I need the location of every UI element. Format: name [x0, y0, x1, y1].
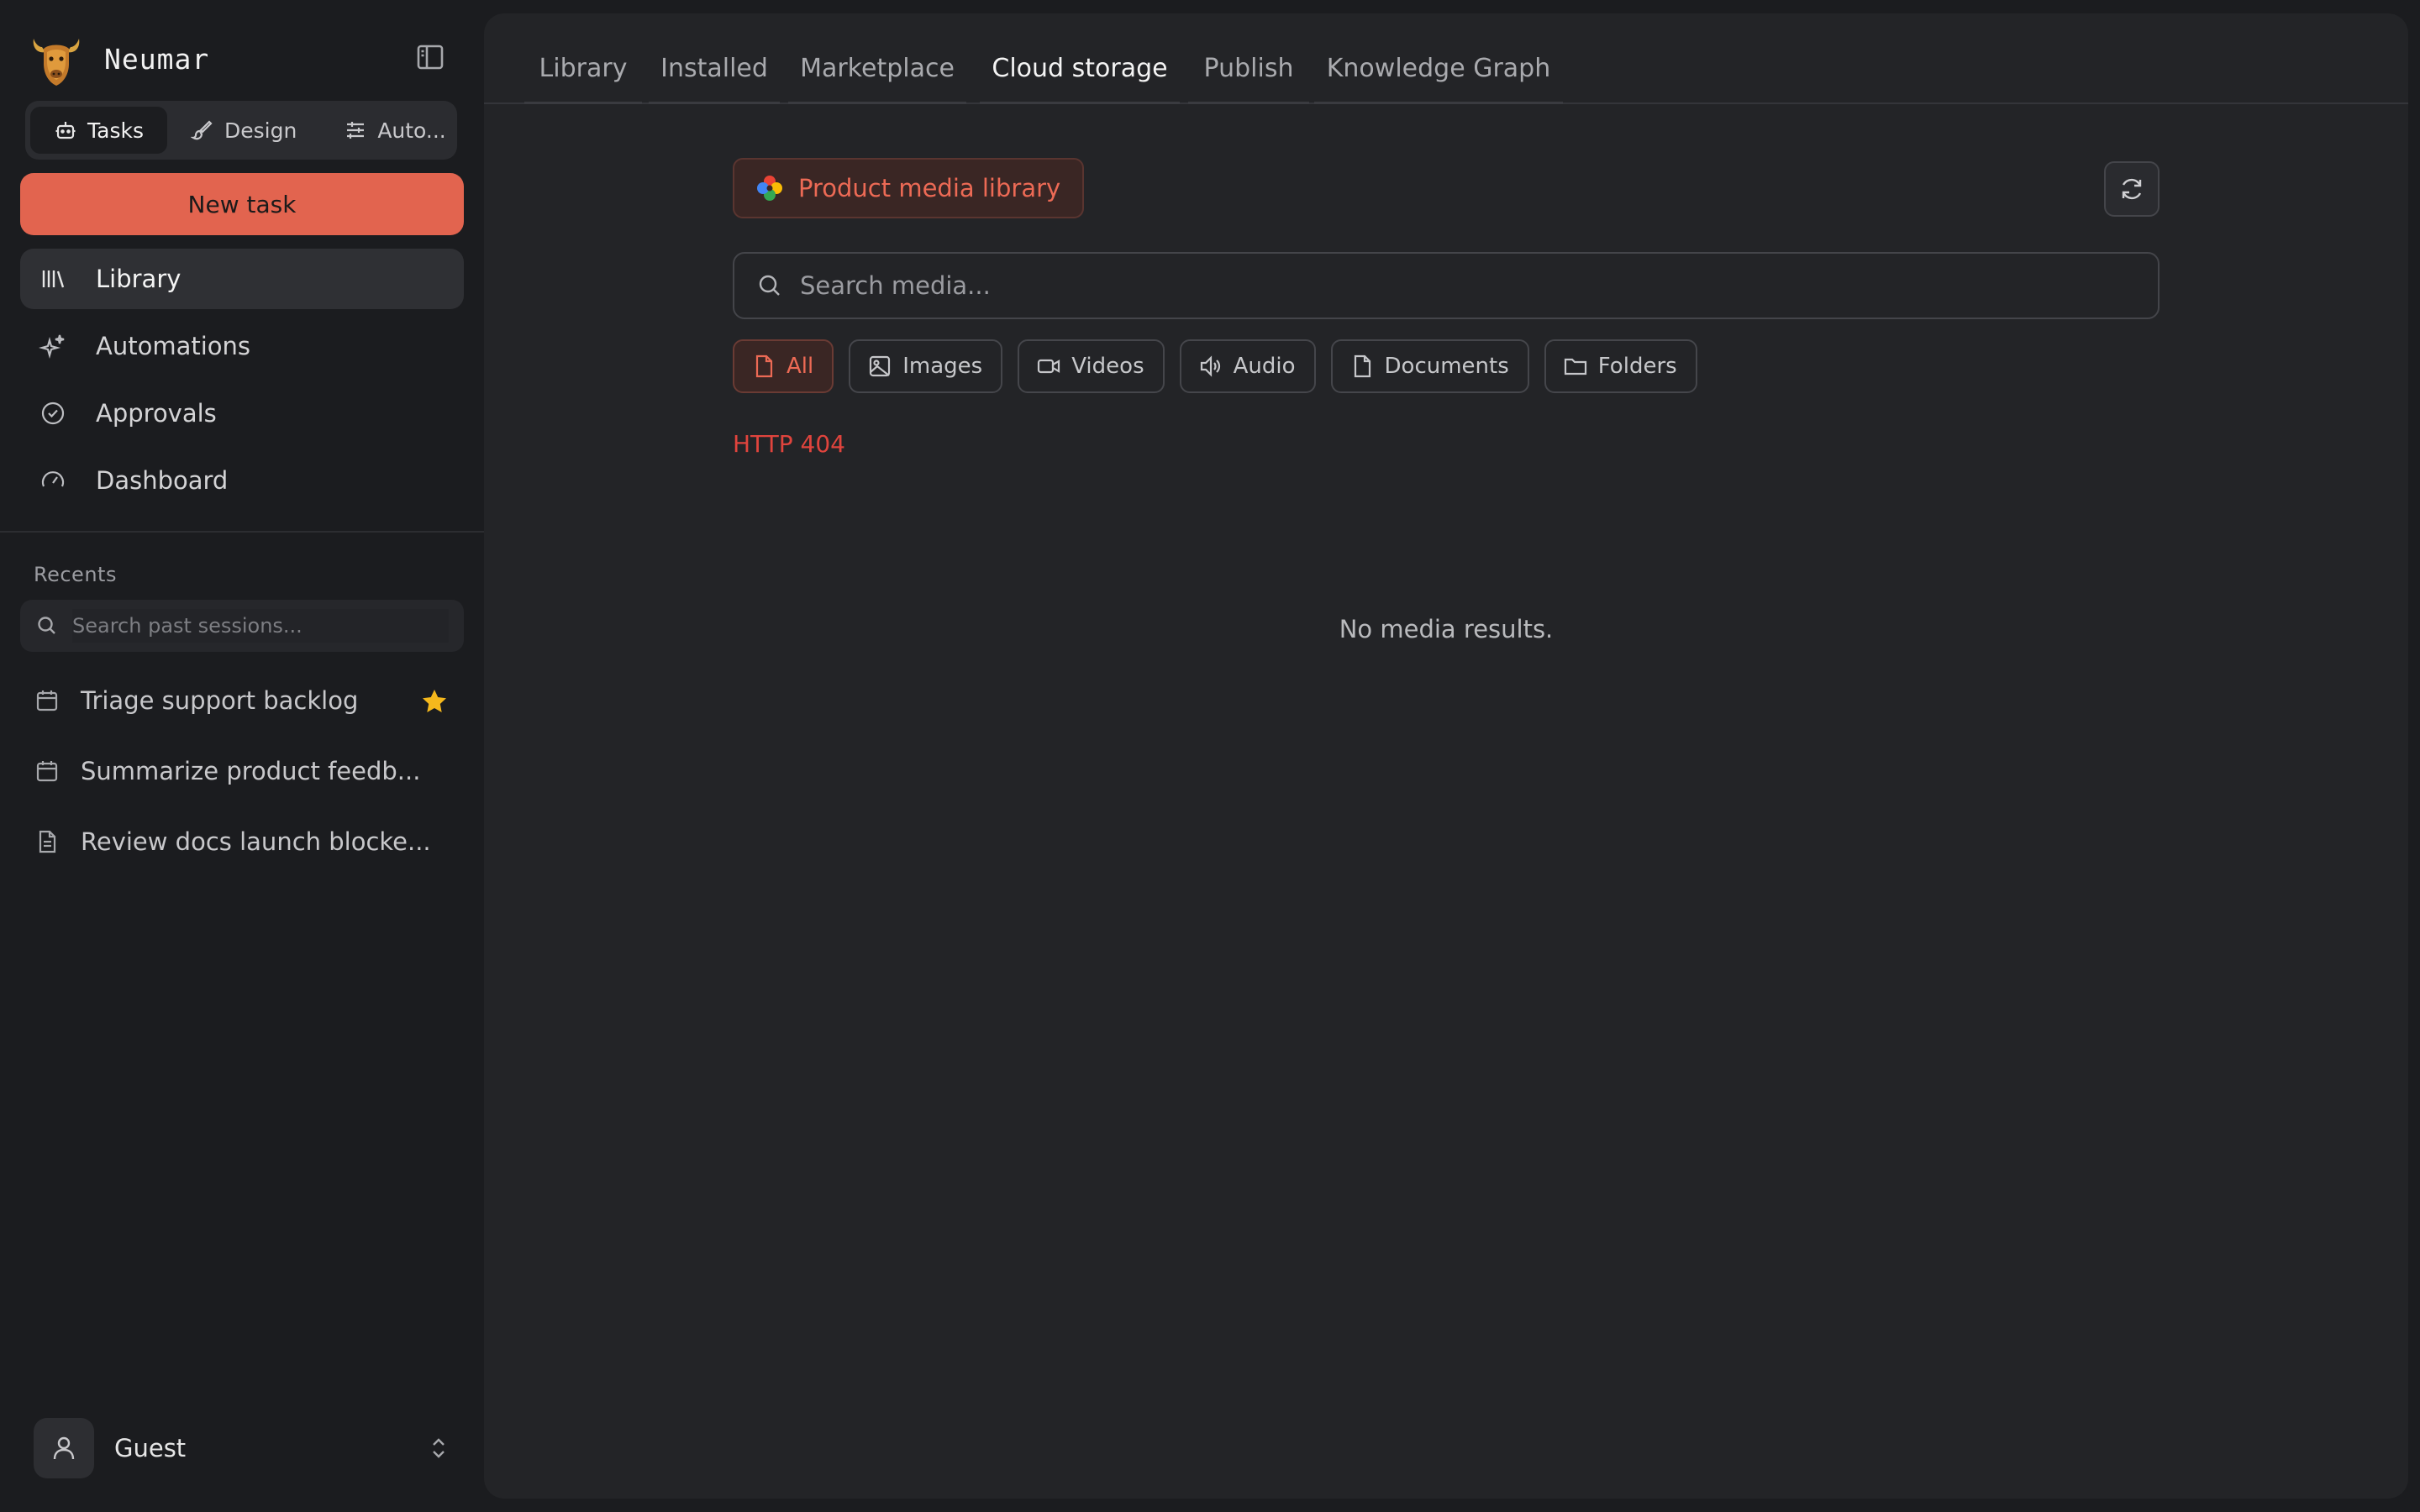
recent-session-label: Review docs launch blocke... — [81, 827, 431, 856]
tab-bar: Library Installed Marketplace Cloud stor… — [484, 13, 2408, 104]
search-icon — [38, 617, 55, 634]
user-name: Guest — [114, 1434, 187, 1462]
folder-icon — [1564, 358, 1586, 375]
pinwheel-logo-icon — [757, 176, 782, 201]
storage-source-label: Product media library — [798, 174, 1061, 202]
sliders-icon — [347, 122, 365, 139]
mode-tab-tasks[interactable]: Tasks — [30, 107, 167, 154]
calendar-icon — [36, 761, 58, 782]
mode-tab-design[interactable]: Design — [167, 107, 320, 154]
sidebar-divider — [0, 531, 484, 533]
filter-videos[interactable]: Videos — [1018, 339, 1165, 393]
sidebar-panel-icon — [417, 45, 444, 70]
document-icon — [1354, 354, 1370, 378]
main-panel: Library Installed Marketplace Cloud stor… — [484, 13, 2408, 1499]
recent-session-label: Summarize product feedb... — [81, 757, 421, 785]
sidebar-item-label: Dashboard — [96, 466, 229, 495]
filter-audio[interactable]: Audio — [1179, 339, 1316, 393]
filter-documents[interactable]: Documents — [1330, 339, 1529, 393]
sidebar-item-label: Automations — [96, 332, 251, 360]
media-filters: All Images Videos Audio Documents Folder… — [733, 339, 1712, 393]
recents-heading: Recents — [34, 563, 117, 586]
tab-installed[interactable]: Installed — [649, 54, 780, 104]
image-icon — [870, 355, 891, 377]
session-search — [20, 600, 464, 652]
user-menu[interactable]: Guest — [34, 1418, 454, 1478]
sparkles-icon — [39, 334, 65, 360]
mode-tab-label: Design — [224, 118, 297, 143]
sidebar-item-label: Approvals — [96, 399, 217, 428]
filter-label: Audio — [1233, 354, 1296, 379]
mode-tab-label: Auto... — [377, 118, 446, 143]
tab-publish[interactable]: Publish — [1188, 54, 1309, 104]
speaker-icon — [1200, 355, 1220, 377]
filter-all[interactable]: All — [733, 339, 834, 393]
new-task-button[interactable]: New task — [20, 173, 464, 235]
chevron-up-down-icon — [433, 1438, 445, 1458]
video-icon — [1038, 359, 1060, 374]
library-icon — [42, 270, 65, 288]
recent-session-item[interactable]: Triage support backlog — [20, 669, 464, 732]
recent-session-label: Triage support backlog — [81, 686, 359, 715]
check-circle-icon — [41, 402, 65, 425]
sidebar-item-approvals[interactable]: Approvals — [20, 383, 464, 444]
app-name: Neumar — [104, 42, 210, 76]
refresh-button[interactable] — [2104, 161, 2160, 217]
storage-source-selector[interactable]: Product media library — [733, 158, 1085, 218]
filter-label: Documents — [1384, 354, 1509, 379]
tab-library[interactable]: Library — [524, 54, 642, 104]
star-icon[interactable] — [420, 687, 449, 716]
sidebar-item-dashboard[interactable]: Dashboard — [20, 450, 464, 511]
document-icon — [39, 830, 56, 853]
sidebar-nav: Library Automations Approvals Dashboard — [20, 249, 464, 517]
filter-label: Folders — [1597, 354, 1677, 379]
mode-tab-automations[interactable]: Auto... — [320, 107, 469, 154]
empty-state-message: No media results. — [1339, 615, 1554, 643]
user-icon — [53, 1436, 75, 1460]
recent-session-item[interactable]: Summarize product feedb... — [20, 739, 464, 803]
brush-icon — [190, 120, 213, 140]
sidebar-item-automations[interactable]: Automations — [20, 316, 464, 376]
tab-cloud-storage[interactable]: Cloud storage — [980, 54, 1180, 104]
error-message: HTTP 404 — [733, 430, 845, 458]
calendar-icon — [36, 690, 58, 711]
refresh-icon — [2122, 178, 2142, 200]
mode-tabs: Tasks Design Auto... — [25, 101, 457, 160]
filter-images[interactable]: Images — [849, 339, 1003, 393]
toggle-sidebar-button[interactable] — [413, 42, 447, 72]
mode-tab-label: Tasks — [87, 118, 144, 143]
media-search-input[interactable] — [800, 265, 2128, 307]
tab-marketplace[interactable]: Marketplace — [788, 54, 966, 104]
search-icon — [759, 275, 780, 296]
filter-label: All — [786, 354, 814, 379]
brand: Neumar — [30, 30, 209, 87]
sidebar: Neumar Tasks Design Auto... New task Lib… — [0, 0, 484, 1512]
filter-folders[interactable]: Folders — [1544, 339, 1697, 393]
avatar — [34, 1418, 94, 1478]
media-search — [733, 252, 2160, 319]
recent-session-item[interactable]: Review docs launch blocke... — [20, 810, 464, 874]
file-icon — [755, 354, 773, 378]
gauge-icon — [41, 471, 65, 487]
robot-icon — [55, 122, 76, 139]
recents-list: Triage support backlog Summarize product… — [20, 669, 464, 880]
bull-logo-icon — [33, 39, 80, 86]
filter-label: Videos — [1071, 354, 1144, 379]
filter-label: Images — [902, 354, 983, 379]
sidebar-item-library[interactable]: Library — [20, 249, 464, 309]
tab-knowledge-graph[interactable]: Knowledge Graph — [1314, 54, 1563, 104]
session-search-input[interactable] — [72, 609, 449, 643]
sidebar-item-label: Library — [96, 265, 182, 293]
